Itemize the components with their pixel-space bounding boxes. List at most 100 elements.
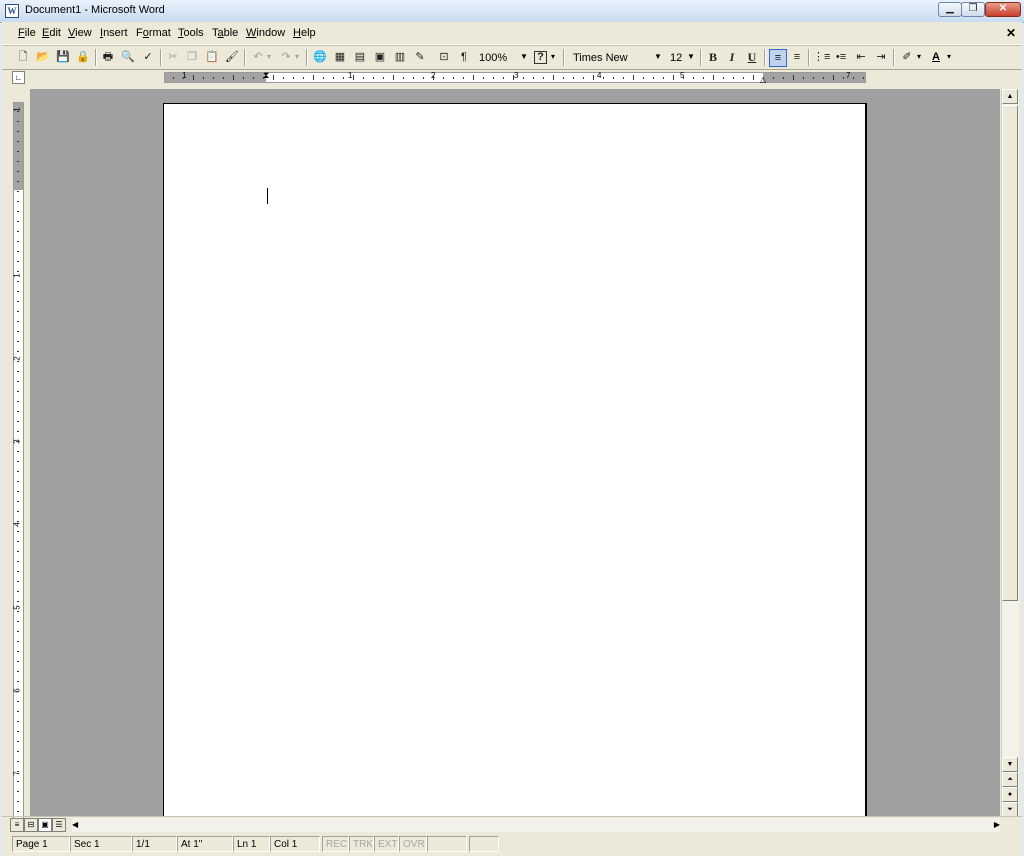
- zoom-dropdown-icon[interactable]: ▼: [520, 49, 528, 65]
- next-page-icon[interactable]: ⏷: [1002, 802, 1018, 817]
- font-size-combo[interactable]: 12: [669, 49, 687, 67]
- font-dropdown-icon[interactable]: ▼: [654, 49, 662, 65]
- vruler-tick: [17, 631, 19, 632]
- redo-dropdown-icon[interactable]: ▾: [295, 49, 299, 65]
- format-painter-icon[interactable]: 🖌: [224, 49, 240, 65]
- horizontal-ruler[interactable]: 1 1 2 3 4 5 7 ⧗ △: [164, 70, 866, 84]
- show-hide-icon[interactable]: ¶: [456, 49, 472, 65]
- permission-icon[interactable]: 🔒: [75, 49, 91, 65]
- status-record-macro[interactable]: REC: [322, 836, 349, 852]
- save-icon[interactable]: 💾: [55, 49, 71, 65]
- horizontal-scrollbar[interactable]: ◀ ▶: [72, 818, 1000, 832]
- tables-borders-icon[interactable]: ▦: [332, 49, 348, 65]
- redo-icon[interactable]: ↷: [278, 49, 294, 65]
- vruler-tick: [17, 771, 19, 772]
- previous-page-icon[interactable]: ⏶: [1002, 772, 1018, 787]
- bullets-icon[interactable]: •≡: [833, 49, 849, 65]
- ruler-tick: [343, 77, 344, 79]
- numbering-icon[interactable]: ⋮≡: [813, 49, 830, 65]
- ruler-tick: [743, 77, 744, 79]
- print-layout-view-icon[interactable]: ▣: [38, 818, 52, 832]
- document-close-icon[interactable]: ✕: [1006, 26, 1016, 40]
- web-layout-view-icon[interactable]: ⊟: [24, 818, 38, 832]
- tab-selector-icon[interactable]: ∟: [12, 71, 25, 84]
- underline-button[interactable]: U: [744, 49, 760, 65]
- insert-table-icon[interactable]: ▤: [352, 49, 368, 65]
- vruler-tick: [17, 251, 19, 252]
- select-browse-object-icon[interactable]: ●: [1002, 787, 1018, 802]
- font-size-dropdown-icon[interactable]: ▼: [687, 49, 695, 65]
- menu-edit[interactable]: Edit: [42, 27, 61, 39]
- print-preview-icon[interactable]: 🔍: [120, 49, 136, 65]
- vruler-tick: [17, 341, 19, 342]
- menu-format[interactable]: Format: [136, 27, 171, 39]
- menu-window[interactable]: Window: [246, 27, 285, 39]
- font-name-combo[interactable]: Times New Roma: [572, 49, 656, 67]
- align-center-icon[interactable]: ≡: [789, 49, 805, 65]
- menu-view[interactable]: View: [68, 27, 92, 39]
- word-app-icon[interactable]: W: [5, 4, 19, 18]
- ruler-tick: [203, 77, 204, 79]
- copy-icon[interactable]: ❐: [184, 49, 200, 65]
- menu-table[interactable]: Table: [212, 27, 238, 39]
- insert-excel-icon[interactable]: ▣: [372, 49, 388, 65]
- menu-file[interactable]: File: [18, 27, 36, 39]
- cut-icon[interactable]: ✂: [165, 49, 181, 65]
- ruler-tick: [393, 75, 394, 80]
- scroll-left-icon[interactable]: ◀: [72, 818, 78, 832]
- undo-dropdown-icon[interactable]: ▾: [267, 49, 271, 65]
- vertical-ruler[interactable]: 1 1 2 3 4 5 6 7: [13, 102, 24, 830]
- vertical-scroll-thumb[interactable]: [1002, 105, 1018, 601]
- menu-help[interactable]: Help: [293, 27, 316, 39]
- undo-icon[interactable]: ↶: [250, 49, 266, 65]
- columns-icon[interactable]: ▥: [392, 49, 408, 65]
- status-overtype[interactable]: OVR: [399, 836, 427, 852]
- document-map-icon[interactable]: ⊡: [436, 49, 452, 65]
- minimize-button[interactable]: ▁: [938, 2, 962, 17]
- indent-marker-icon[interactable]: ⧗: [263, 70, 269, 81]
- vruler-tick: [17, 521, 19, 522]
- vruler-tick: [17, 511, 19, 512]
- font-color-icon[interactable]: A: [928, 49, 944, 65]
- bold-button[interactable]: B: [705, 49, 721, 65]
- menu-insert[interactable]: Insert: [100, 27, 128, 39]
- vruler-tick: [17, 461, 19, 462]
- status-extend[interactable]: EXT: [374, 836, 399, 852]
- close-button[interactable]: ✕: [985, 2, 1021, 17]
- outline-view-icon[interactable]: ☰: [52, 818, 66, 832]
- font-color-dropdown-icon[interactable]: ▾: [947, 49, 951, 65]
- maximize-button[interactable]: ❐: [961, 2, 985, 17]
- ruler-tick: [473, 75, 474, 80]
- print-icon[interactable]: 🖶: [100, 49, 116, 65]
- menu-tools[interactable]: Tools: [178, 27, 204, 39]
- open-icon[interactable]: 📂: [35, 49, 51, 65]
- title-bar[interactable]: W Document1 - Microsoft Word ▁ ❐ ✕: [0, 0, 1024, 23]
- decrease-indent-icon[interactable]: ⇤: [853, 49, 869, 65]
- align-left-icon[interactable]: ≡: [769, 49, 787, 67]
- highlight-dropdown-icon[interactable]: ▾: [917, 49, 921, 65]
- vruler-tick: [17, 261, 19, 262]
- paste-icon[interactable]: 📋: [204, 49, 220, 65]
- vertical-scrollbar[interactable]: ▲ ▼ ⏶ ● ⏷: [1001, 89, 1019, 817]
- hyperlink-icon[interactable]: 🌐: [312, 49, 328, 65]
- italic-button[interactable]: I: [724, 49, 740, 65]
- scroll-down-icon[interactable]: ▼: [1002, 757, 1018, 772]
- vruler-tick: [17, 811, 19, 812]
- document-page[interactable]: [163, 103, 867, 816]
- highlight-icon[interactable]: ✐: [899, 49, 915, 65]
- increase-indent-icon[interactable]: ⇥: [873, 49, 889, 65]
- new-document-icon[interactable]: 🗋: [15, 49, 31, 65]
- spelling-icon[interactable]: ✓: [140, 49, 156, 65]
- drawing-icon[interactable]: ✎: [412, 49, 428, 65]
- normal-view-icon[interactable]: ≡: [10, 818, 24, 832]
- scroll-up-icon[interactable]: ▲: [1002, 89, 1018, 104]
- vruler-tick: [17, 411, 19, 412]
- help-icon[interactable]: ?: [534, 51, 547, 64]
- ruler-tick: [773, 77, 774, 79]
- text-cursor: [267, 188, 268, 204]
- vruler-tick: [17, 361, 19, 362]
- ruler-tick: [503, 77, 504, 79]
- status-track-changes[interactable]: TRK: [349, 836, 374, 852]
- scroll-right-icon[interactable]: ▶: [994, 818, 1000, 832]
- help-dropdown-icon[interactable]: ▾: [551, 49, 555, 65]
